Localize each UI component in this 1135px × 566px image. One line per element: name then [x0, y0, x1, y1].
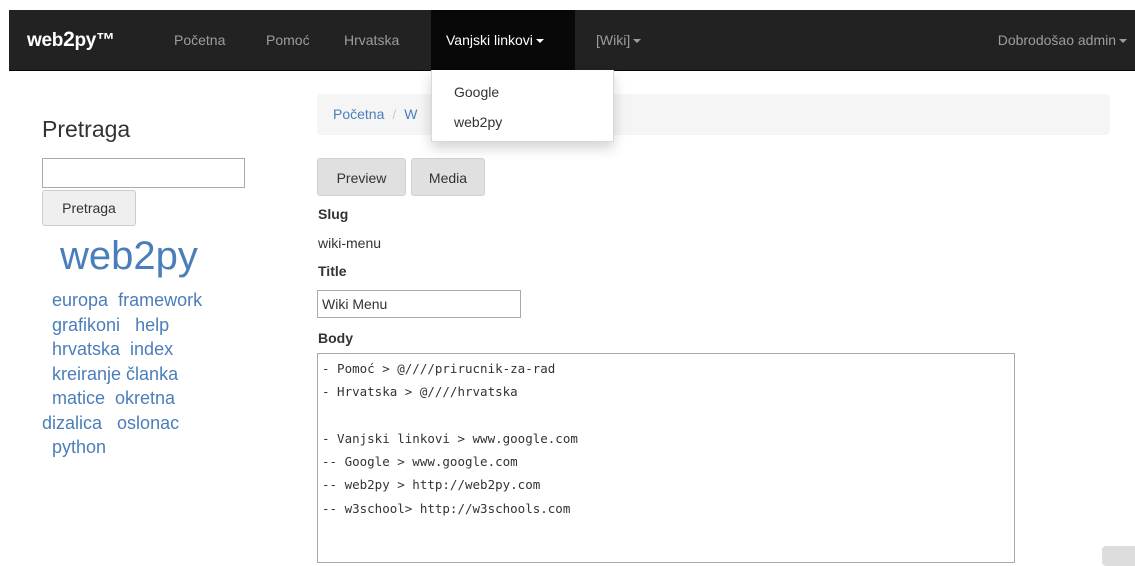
user-menu[interactable]: Dobrodošao admin — [983, 10, 1135, 70]
tag-link[interactable]: matice — [52, 388, 105, 408]
tag-link[interactable]: help — [135, 315, 169, 335]
nav-item-vanjski-linkovi[interactable]: Vanjski linkovi — [431, 10, 575, 70]
nav-item-pocetna[interactable]: Početna — [159, 10, 240, 70]
nav-label: Hrvatska — [344, 32, 400, 48]
tag-cloud: europa framework grafikoni help hrvatska… — [42, 288, 252, 460]
dropdown-item-web2py[interactable]: web2py — [432, 107, 613, 137]
search-title: Pretraga — [42, 116, 131, 142]
breadcrumb-current[interactable]: W — [404, 106, 417, 122]
tag-link[interactable]: grafikoni — [52, 315, 120, 335]
caret-down-icon — [1119, 39, 1127, 44]
caret-down-icon — [633, 39, 642, 44]
search-button[interactable]: Pretraga — [42, 190, 136, 226]
nav-label: Pomoć — [266, 32, 310, 48]
user-menu-label: Dobrodošao admin — [997, 32, 1116, 48]
tag-link[interactable]: europa — [52, 290, 108, 310]
title-label: Title — [318, 263, 347, 279]
tag-link[interactable]: hrvatska — [52, 339, 120, 359]
body-label: Body — [318, 330, 353, 346]
vanjski-linkovi-dropdown: Google web2py — [431, 70, 614, 142]
brand-text-suffix: py™ — [74, 30, 115, 51]
tag-link[interactable]: index — [130, 339, 173, 359]
media-button[interactable]: Media — [411, 158, 485, 196]
body-textarea[interactable]: - Pomoć > @////prirucnik-za-rad - Hrvats… — [317, 353, 1015, 563]
breadcrumb-home[interactable]: Početna — [333, 106, 384, 122]
brand-text-number: 2 — [63, 28, 75, 51]
slug-value: wiki-menu — [318, 235, 382, 251]
breadcrumb-separator: / — [392, 106, 397, 122]
nav-label: Početna — [174, 32, 226, 48]
title-field[interactable]: Wiki Menu — [317, 290, 521, 318]
dropdown-item-google[interactable]: Google — [432, 77, 613, 107]
slug-label: Slug — [318, 206, 349, 222]
preview-button[interactable]: Preview — [317, 158, 406, 196]
nav-label: Vanjski linkovi — [446, 32, 533, 48]
nav-item-pomoc[interactable]: Pomoć — [251, 10, 325, 70]
search-input[interactable] — [42, 158, 245, 188]
tag-link[interactable]: python — [52, 437, 106, 457]
nav-label: [Wiki] — [596, 32, 631, 48]
nav-item-hrvatska[interactable]: Hrvatska — [329, 10, 414, 70]
corner-button[interactable] — [1102, 546, 1135, 566]
tag-link[interactable]: oslonac — [117, 413, 179, 433]
tag-link[interactable]: dizalica — [42, 413, 102, 433]
caret-down-icon — [535, 39, 544, 44]
tag-web2py[interactable]: web2py — [60, 234, 198, 279]
tag-link[interactable]: okretna — [115, 388, 175, 408]
tag-link[interactable]: framework — [118, 290, 202, 310]
brand-logo[interactable]: web2py™ — [27, 10, 115, 70]
nav-item-wiki[interactable]: [Wiki] — [581, 10, 656, 70]
tag-link[interactable]: članka — [126, 364, 178, 384]
top-navbar: web2py™ Početna Pomoć Hrvatska Vanjski l… — [9, 10, 1135, 71]
tag-link[interactable]: kreiranje — [52, 364, 121, 384]
brand-text-prefix: web — [27, 30, 64, 51]
